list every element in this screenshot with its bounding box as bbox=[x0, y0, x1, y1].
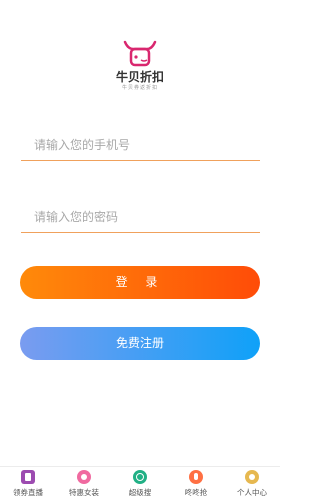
register-button[interactable]: 免费注册 bbox=[20, 327, 260, 360]
tab-label: 领券直播 bbox=[13, 488, 43, 497]
tab-label: 咚咚抢 bbox=[184, 488, 208, 497]
password-field[interactable] bbox=[21, 202, 260, 233]
tab-label: 特惠女装 bbox=[69, 488, 99, 497]
tab-flash-sale[interactable]: 咚咚抢 bbox=[168, 467, 224, 499]
bottom-tab-bar: 领券直播 特惠女装 超级搜 咚咚抢 个人中心 bbox=[0, 466, 280, 499]
password-input[interactable] bbox=[21, 202, 260, 232]
logo-name: 牛贝折扣 bbox=[115, 70, 164, 84]
phone-input[interactable] bbox=[21, 130, 260, 160]
dress-icon bbox=[77, 470, 91, 484]
login-button[interactable]: 登 录 bbox=[20, 266, 260, 299]
flash-sale-icon bbox=[189, 470, 203, 484]
app-logo: 牛贝折扣 牛贝券返折扣 bbox=[0, 0, 280, 100]
bull-logo-icon bbox=[123, 40, 157, 67]
logo-slogan: 牛贝券返折扣 bbox=[121, 85, 158, 91]
tab-live-coupons[interactable]: 领券直播 bbox=[0, 467, 56, 499]
search-icon bbox=[133, 470, 147, 484]
tab-super-search[interactable]: 超级搜 bbox=[112, 467, 168, 499]
tab-label: 超级搜 bbox=[128, 488, 152, 497]
tab-profile[interactable]: 个人中心 bbox=[224, 467, 280, 499]
profile-icon bbox=[245, 470, 259, 484]
live-icon bbox=[21, 470, 35, 484]
phone-field[interactable] bbox=[21, 130, 260, 161]
tab-label: 个人中心 bbox=[237, 488, 267, 497]
tab-women-clothing[interactable]: 特惠女装 bbox=[56, 467, 112, 499]
